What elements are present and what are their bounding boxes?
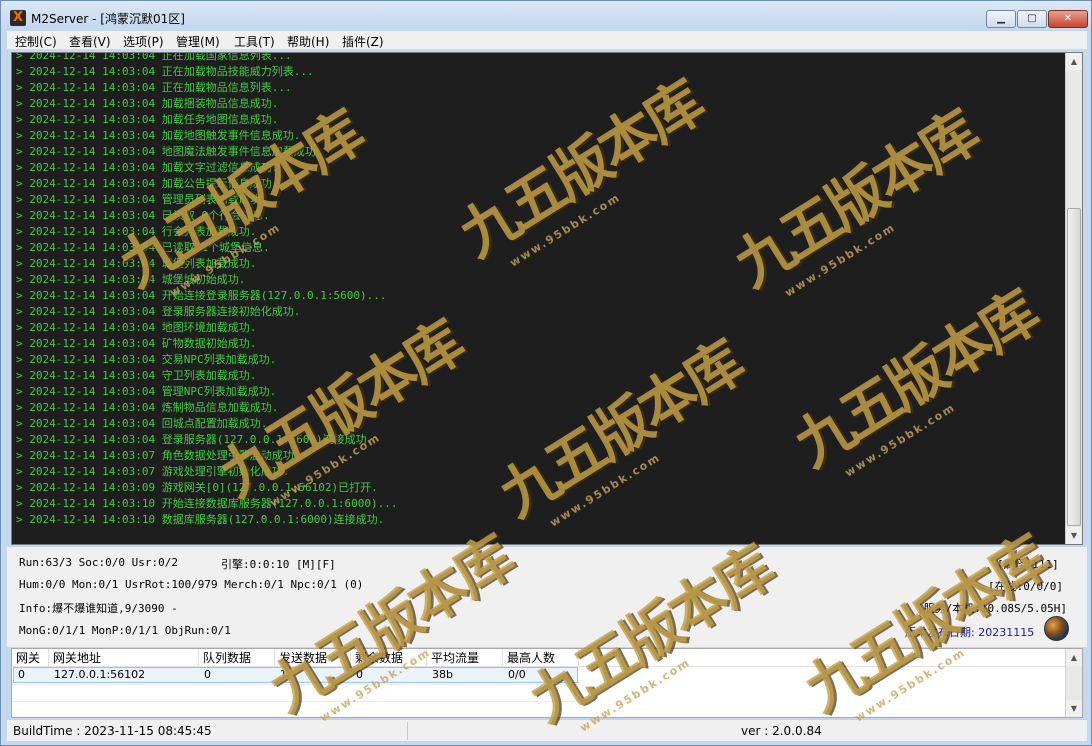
minimize-icon: ▁ <box>997 13 1005 24</box>
log-line: > 2024-12-14 14:03:04 登录服务器连接初始化成功. <box>16 305 301 318</box>
cell-remain: 0 <box>356 668 363 681</box>
menu-control[interactable]: 控制(C) <box>15 33 57 50</box>
log-line: > 2024-12-14 14:03:04 炼制物品信息加载成功. <box>16 401 279 414</box>
log-line: > 2024-12-14 14:03:04 城堡城初始成功. <box>16 273 246 286</box>
status-info: Info:爆不爆谁知道,9/3090 - <box>19 602 178 615</box>
cell-send: 1 <box>280 668 287 681</box>
maximize-icon: ▢ <box>1027 13 1037 24</box>
minimize-button[interactable]: ▁ <box>986 10 1016 28</box>
menu-tools[interactable]: 工具(T) <box>234 33 275 50</box>
scroll-down-icon[interactable]: ▼ <box>1066 527 1082 544</box>
status-service: [服务/本机:10.08S/5.05H] <box>917 602 1067 615</box>
log-lines: > 2024-12-14 14:03:04 正在加载国家信息列表... > 202… <box>16 52 1064 528</box>
log-line: > 2024-12-14 14:03:10 开始连接数据库服务器(127.0.0… <box>16 497 398 510</box>
log-line: > 2024-12-14 14:03:04 管理NPC列表加载成功. <box>16 385 277 398</box>
log-line: > 2024-12-14 14:03:04 加载捆装物品信息成功. <box>16 97 279 110</box>
cell-address: 127.0.0.1:56102 <box>54 668 146 681</box>
release-date: 版本发布日期: 20231115 <box>905 626 1035 639</box>
scroll-thumb[interactable] <box>1067 208 1081 526</box>
log-line: > 2024-12-14 14:03:04 正在加载物品信息列表... <box>16 81 292 94</box>
col-queue-data[interactable]: 队列数据 <box>199 649 275 667</box>
menu-bar: 控制(C) 查看(V) 选项(P) 管理(M) 工具(T) 帮助(H) 插件(Z… <box>7 31 1087 50</box>
gateway-table-header: 网关 网关地址 队列数据 发送数据 剩余数据 平均流量 最高人数 <box>12 649 1066 667</box>
log-line: > 2024-12-14 14:03:04 正在加载物品技能威力列表... <box>16 65 314 78</box>
menu-manage[interactable]: 管理(M) <box>176 33 220 50</box>
col-gateway-address[interactable]: 网关地址 <box>49 649 199 667</box>
col-remain-data[interactable]: 剩余数据 <box>351 649 427 667</box>
status-engine: 引擎:0:0:10 [M][F] <box>221 558 336 571</box>
window-title: M2Server - [鸿蒙沉默01区] <box>31 12 185 26</box>
build-time: BuildTime : 2023-11-15 08:45:45 <box>13 724 212 738</box>
status-bar: BuildTime : 2023-11-15 08:45:45 ver : 2.… <box>7 719 1087 741</box>
log-line: > 2024-12-14 14:03:04 加载地图触发事件信息成功. <box>16 129 301 142</box>
status-panel: Run:63/3 Soc:0/0 Usr:0/2 引擎:0:0:10 [M][F… <box>7 547 1087 647</box>
log-line: > 2024-12-14 14:03:04 守卫列表加载成功. <box>16 369 257 382</box>
log-line: > 2024-12-14 14:03:04 管理员列表加载成功. <box>16 193 268 206</box>
log-line: > 2024-12-14 14:03:04 加载任务地图信息成功. <box>16 113 279 126</box>
col-max-users[interactable]: 最高人数 <box>503 649 579 667</box>
col-send-data[interactable]: 发送数据 <box>275 649 351 667</box>
log-line: > 2024-12-14 14:03:04 矿物数据初始成功. <box>16 337 257 350</box>
log-line: > 2024-12-14 14:03:04 登录服务器(127.0.0.1:56… <box>16 433 374 446</box>
log-console[interactable]: > 2024-12-14 14:03:04 正在加载国家信息列表... > 202… <box>11 52 1083 545</box>
menu-view[interactable]: 查看(V) <box>69 33 111 50</box>
table-scrollbar[interactable]: ▲ ▼ <box>1065 649 1082 717</box>
log-line: > 2024-12-14 14:03:07 角色数据处理引擎启动成功. <box>16 449 301 462</box>
status-mon: MonG:0/1/1 MonP:0/1/1 ObjRun:0/1 <box>19 624 231 637</box>
status-hum: Hum:0/0 Mon:0/1 UsrRot:100/979 Merch:0/1… <box>19 578 364 591</box>
status-run: Run:63/3 Soc:0/0 Usr:0/2 <box>19 556 178 569</box>
status-refresh: [刷怪:111] <box>997 558 1059 571</box>
close-button[interactable]: ✕ <box>1048 10 1088 28</box>
log-line: > 2024-12-14 14:03:04 开始连接登录服务器(127.0.0.… <box>16 289 387 302</box>
cell-max: 0/0 <box>508 668 526 681</box>
cell-avg: 38b <box>432 668 453 681</box>
version-label: ver : 2.0.0.84 <box>741 724 822 738</box>
log-line: > 2024-12-14 14:03:04 加载公告提示信息成功. <box>16 177 279 190</box>
log-line: > 2024-12-14 14:03:04 已读取 1个城堡信息. <box>16 241 270 254</box>
maximize-button[interactable]: ▢ <box>1017 10 1047 28</box>
cell-queue: 0 <box>204 668 211 681</box>
cell-gateway: 0 <box>18 668 25 681</box>
app-window: X M2Server - [鸿蒙沉默01区] ▁ ▢ ✕ 控制(C) 查看(V)… <box>0 0 1092 746</box>
log-line: > 2024-12-14 14:03:04 加载文字过滤信息成功. <box>16 161 279 174</box>
app-logo-icon: X <box>10 10 26 26</box>
table-scroll-down-icon[interactable]: ▼ <box>1066 700 1082 717</box>
scroll-up-icon[interactable]: ▲ <box>1066 53 1082 70</box>
status-online: [在线:0/0/0] <box>988 580 1063 593</box>
table-grid <box>12 684 578 717</box>
col-gateway[interactable]: 网关 <box>12 649 49 667</box>
log-scrollbar[interactable]: ▲ ▼ <box>1065 53 1082 544</box>
log-line: > 2024-12-14 14:03:04 地图魔法触发事件信息加载成功. <box>16 145 323 158</box>
log-line: > 2024-12-14 14:03:04 正在加载国家信息列表... <box>16 52 292 62</box>
close-icon: ✕ <box>1063 13 1073 24</box>
menu-plugins[interactable]: 插件(Z) <box>342 33 384 50</box>
log-line: > 2024-12-14 14:03:04 已读取 0个行会信息. <box>16 209 270 222</box>
log-line: > 2024-12-14 14:03:09 游戏网关[0](127.0.0.1:… <box>16 481 378 494</box>
gateway-table[interactable]: 网关 网关地址 队列数据 发送数据 剩余数据 平均流量 最高人数 0 127.0… <box>11 648 1083 718</box>
globe-icon[interactable] <box>1044 616 1069 641</box>
col-avg-traffic[interactable]: 平均流量 <box>427 649 503 667</box>
log-line: > 2024-12-14 14:03:04 城堡列表加载成功. <box>16 257 257 270</box>
table-row[interactable]: 0 127.0.0.1:56102 0 1 0 38b 0/0 <box>13 667 578 683</box>
log-line: > 2024-12-14 14:03:04 交易NPC列表加载成功. <box>16 353 277 366</box>
log-line: > 2024-12-14 14:03:04 行会列表加载成功. <box>16 225 257 238</box>
status-divider <box>407 722 408 740</box>
log-line: > 2024-12-14 14:03:04 地图环境加载成功. <box>16 321 257 334</box>
title-bar: X M2Server - [鸿蒙沉默01区] ▁ ▢ ✕ <box>1 1 1091 31</box>
log-line: > 2024-12-14 14:03:07 游戏处理引擎初始化成功. <box>16 465 290 478</box>
menu-help[interactable]: 帮助(H) <box>287 33 329 50</box>
menu-options[interactable]: 选项(P) <box>123 33 164 50</box>
log-line: > 2024-12-14 14:03:04 回城点配置加载成功. <box>16 417 268 430</box>
log-line: > 2024-12-14 14:03:10 数据库服务器(127.0.0.1:6… <box>16 513 385 526</box>
table-scroll-up-icon[interactable]: ▲ <box>1066 649 1082 666</box>
